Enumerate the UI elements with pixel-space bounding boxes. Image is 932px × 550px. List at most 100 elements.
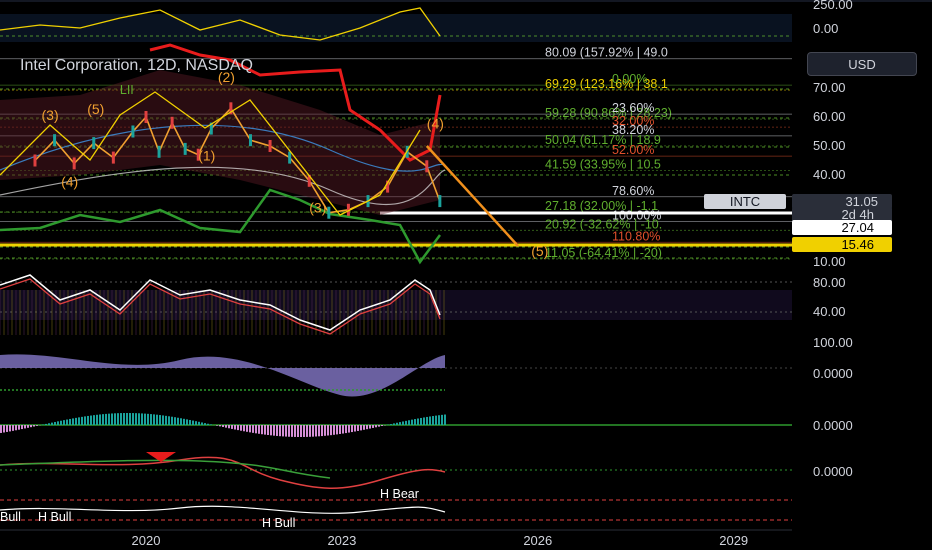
symbol-label: INTC: [704, 194, 786, 209]
hist-bar-336: [336, 425, 338, 435]
hist-bar-330: [330, 425, 332, 436]
hist-bar-75: [75, 417, 77, 425]
hist-bar-306: [306, 425, 308, 437]
hist-bar-408: [408, 420, 410, 425]
hist-bar-282: [282, 425, 284, 437]
hist-bar-63: [63, 420, 65, 425]
candle-3: [92, 137, 96, 150]
fib-label-4: 23.60%: [612, 101, 654, 115]
price-cloud: [0, 70, 440, 215]
hist-bar-198: [198, 421, 200, 425]
osc1-tick-0: 100.00: [813, 335, 853, 350]
hist-bar-333: [333, 425, 335, 435]
x-tick-2026: 2026: [523, 533, 552, 548]
hist-bar-399: [399, 422, 401, 425]
candle-17: [327, 206, 331, 219]
hist-bar-285: [285, 425, 287, 437]
hist-bar-207: [207, 423, 209, 425]
currency-button[interactable]: USD: [807, 52, 917, 76]
top-tick-0: 250.00: [813, 0, 853, 12]
hist-bar-246: [246, 425, 248, 432]
hist-bar-294: [294, 425, 296, 437]
wave-label-1: (5): [87, 101, 104, 117]
hist-bar-366: [366, 425, 368, 430]
candle-8: [170, 116, 174, 129]
candle-2: [72, 157, 76, 170]
hist-bar-69: [69, 418, 71, 425]
osc1-area: [0, 354, 445, 397]
hist-bar-276: [276, 425, 278, 436]
hist-bar-234: [234, 425, 236, 430]
currency-label: USD: [848, 56, 876, 72]
divergence-label-1: Bull: [0, 510, 21, 524]
hist-bar-9: [9, 425, 11, 432]
hist-bar-231: [231, 425, 233, 429]
hist-bar-78: [78, 417, 80, 425]
x-tick-2029: 2029: [719, 533, 748, 548]
hist-bar-6: [6, 425, 8, 432]
hist-bar-363: [363, 425, 365, 430]
hist-bar-162: [162, 415, 164, 425]
candle-7: [157, 145, 161, 158]
wave-label-5: (4): [61, 174, 78, 190]
x-tick-2020: 2020: [132, 533, 161, 548]
hist-bar-237: [237, 425, 239, 431]
hist-bar-249: [249, 425, 251, 433]
hist-bar-168: [168, 416, 170, 425]
hist-bar-252: [252, 425, 254, 433]
hist-bar-192: [192, 420, 194, 425]
hist-bar-414: [414, 419, 416, 425]
hist-bar-225: [225, 425, 227, 428]
rsi-tick-1: 40.00: [813, 304, 846, 319]
hist-bar-396: [396, 422, 398, 425]
hist-bar-210: [210, 424, 212, 425]
chart-title: Intel Corporation, 12D, NASDAQ: [20, 57, 253, 74]
divergence-label-3: H Bull: [262, 516, 295, 530]
hist-bar-264: [264, 425, 266, 435]
wave-label-7: (4): [427, 116, 444, 132]
hist-bar-204: [204, 423, 206, 425]
hist-bar-108: [108, 413, 110, 425]
chart-canvas[interactable]: 80.09 (157.92% | 49.0 69.29 (123.16% | 38…: [0, 0, 932, 550]
hist-bar-195: [195, 421, 197, 425]
hist-bar-150: [150, 414, 152, 425]
hist-bar-423: [423, 417, 425, 425]
rsi-tick-0: 80.00: [813, 275, 846, 290]
fib-label-10: 78.60%: [612, 184, 654, 198]
hist-bar-267: [267, 425, 269, 436]
candle-4: [111, 151, 115, 164]
hist-bar-48: [48, 423, 50, 425]
hist-bar-81: [81, 416, 83, 425]
top-border: [0, 0, 932, 2]
fib-label-1: 69.29 (123.16% | 38.1: [545, 77, 668, 91]
wave-label-4: (1): [198, 148, 215, 164]
hist-bar-417: [417, 418, 419, 425]
hist-bar-435: [435, 415, 437, 425]
hist-bar-405: [405, 420, 407, 425]
hist-bar-132: [132, 413, 134, 425]
hist-bar-120: [120, 413, 122, 425]
hist-bar-105: [105, 413, 107, 425]
hist-bar-138: [138, 413, 140, 425]
hist-bar-279: [279, 425, 281, 437]
hist-bar-60: [60, 420, 62, 425]
hist-bar-411: [411, 419, 413, 425]
candle-6: [144, 111, 148, 123]
price-tick-6: 10.00: [813, 254, 846, 269]
hist-bar-87: [87, 415, 89, 425]
hist-bar-324: [324, 425, 326, 436]
hist-bar-351: [351, 425, 353, 433]
hist-bar-153: [153, 414, 155, 425]
hist-bar-297: [297, 425, 299, 437]
hist-bar-216: [216, 425, 218, 426]
hist-bar-180: [180, 418, 182, 425]
hist-bar-93: [93, 415, 95, 425]
candle-0: [33, 154, 37, 167]
hist-bar-420: [420, 417, 422, 425]
hist-bar-84: [84, 416, 86, 425]
hist-bar-99: [99, 414, 101, 425]
hist-bar-171: [171, 416, 173, 425]
hist-bar-144: [144, 413, 146, 425]
hist-bar-30: [30, 425, 32, 428]
wave-label-2: LII: [120, 83, 134, 97]
